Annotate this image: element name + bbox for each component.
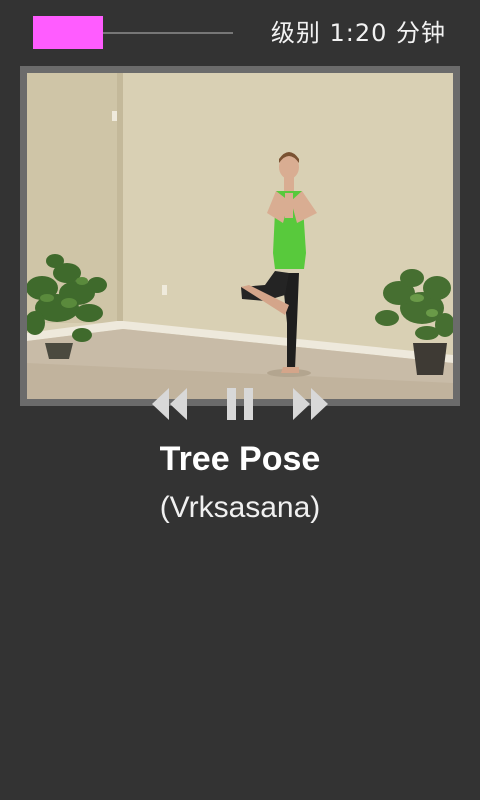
playback-controls xyxy=(0,384,480,424)
level-duration-label: 级别 1:20 分钟 xyxy=(270,19,446,47)
pose-video[interactable] xyxy=(27,73,453,399)
rewind-button[interactable] xyxy=(150,384,190,424)
pose-name: Tree Pose xyxy=(159,440,321,478)
video-scene-illustration xyxy=(27,73,453,399)
pose-sanskrit-name: (Vrksasana) xyxy=(159,491,321,524)
fast-forward-icon xyxy=(293,388,328,420)
rewind-icon xyxy=(152,388,187,420)
pause-button[interactable] xyxy=(220,384,260,424)
workout-screen: 级别 1:20 分钟 Tree Pose (Vrksasana) xyxy=(0,0,480,800)
top-bar: 级别 1:20 分钟 xyxy=(0,0,480,66)
progress-bar-fill xyxy=(33,16,103,49)
pause-icon xyxy=(227,388,253,420)
fast-forward-button[interactable] xyxy=(290,384,330,424)
